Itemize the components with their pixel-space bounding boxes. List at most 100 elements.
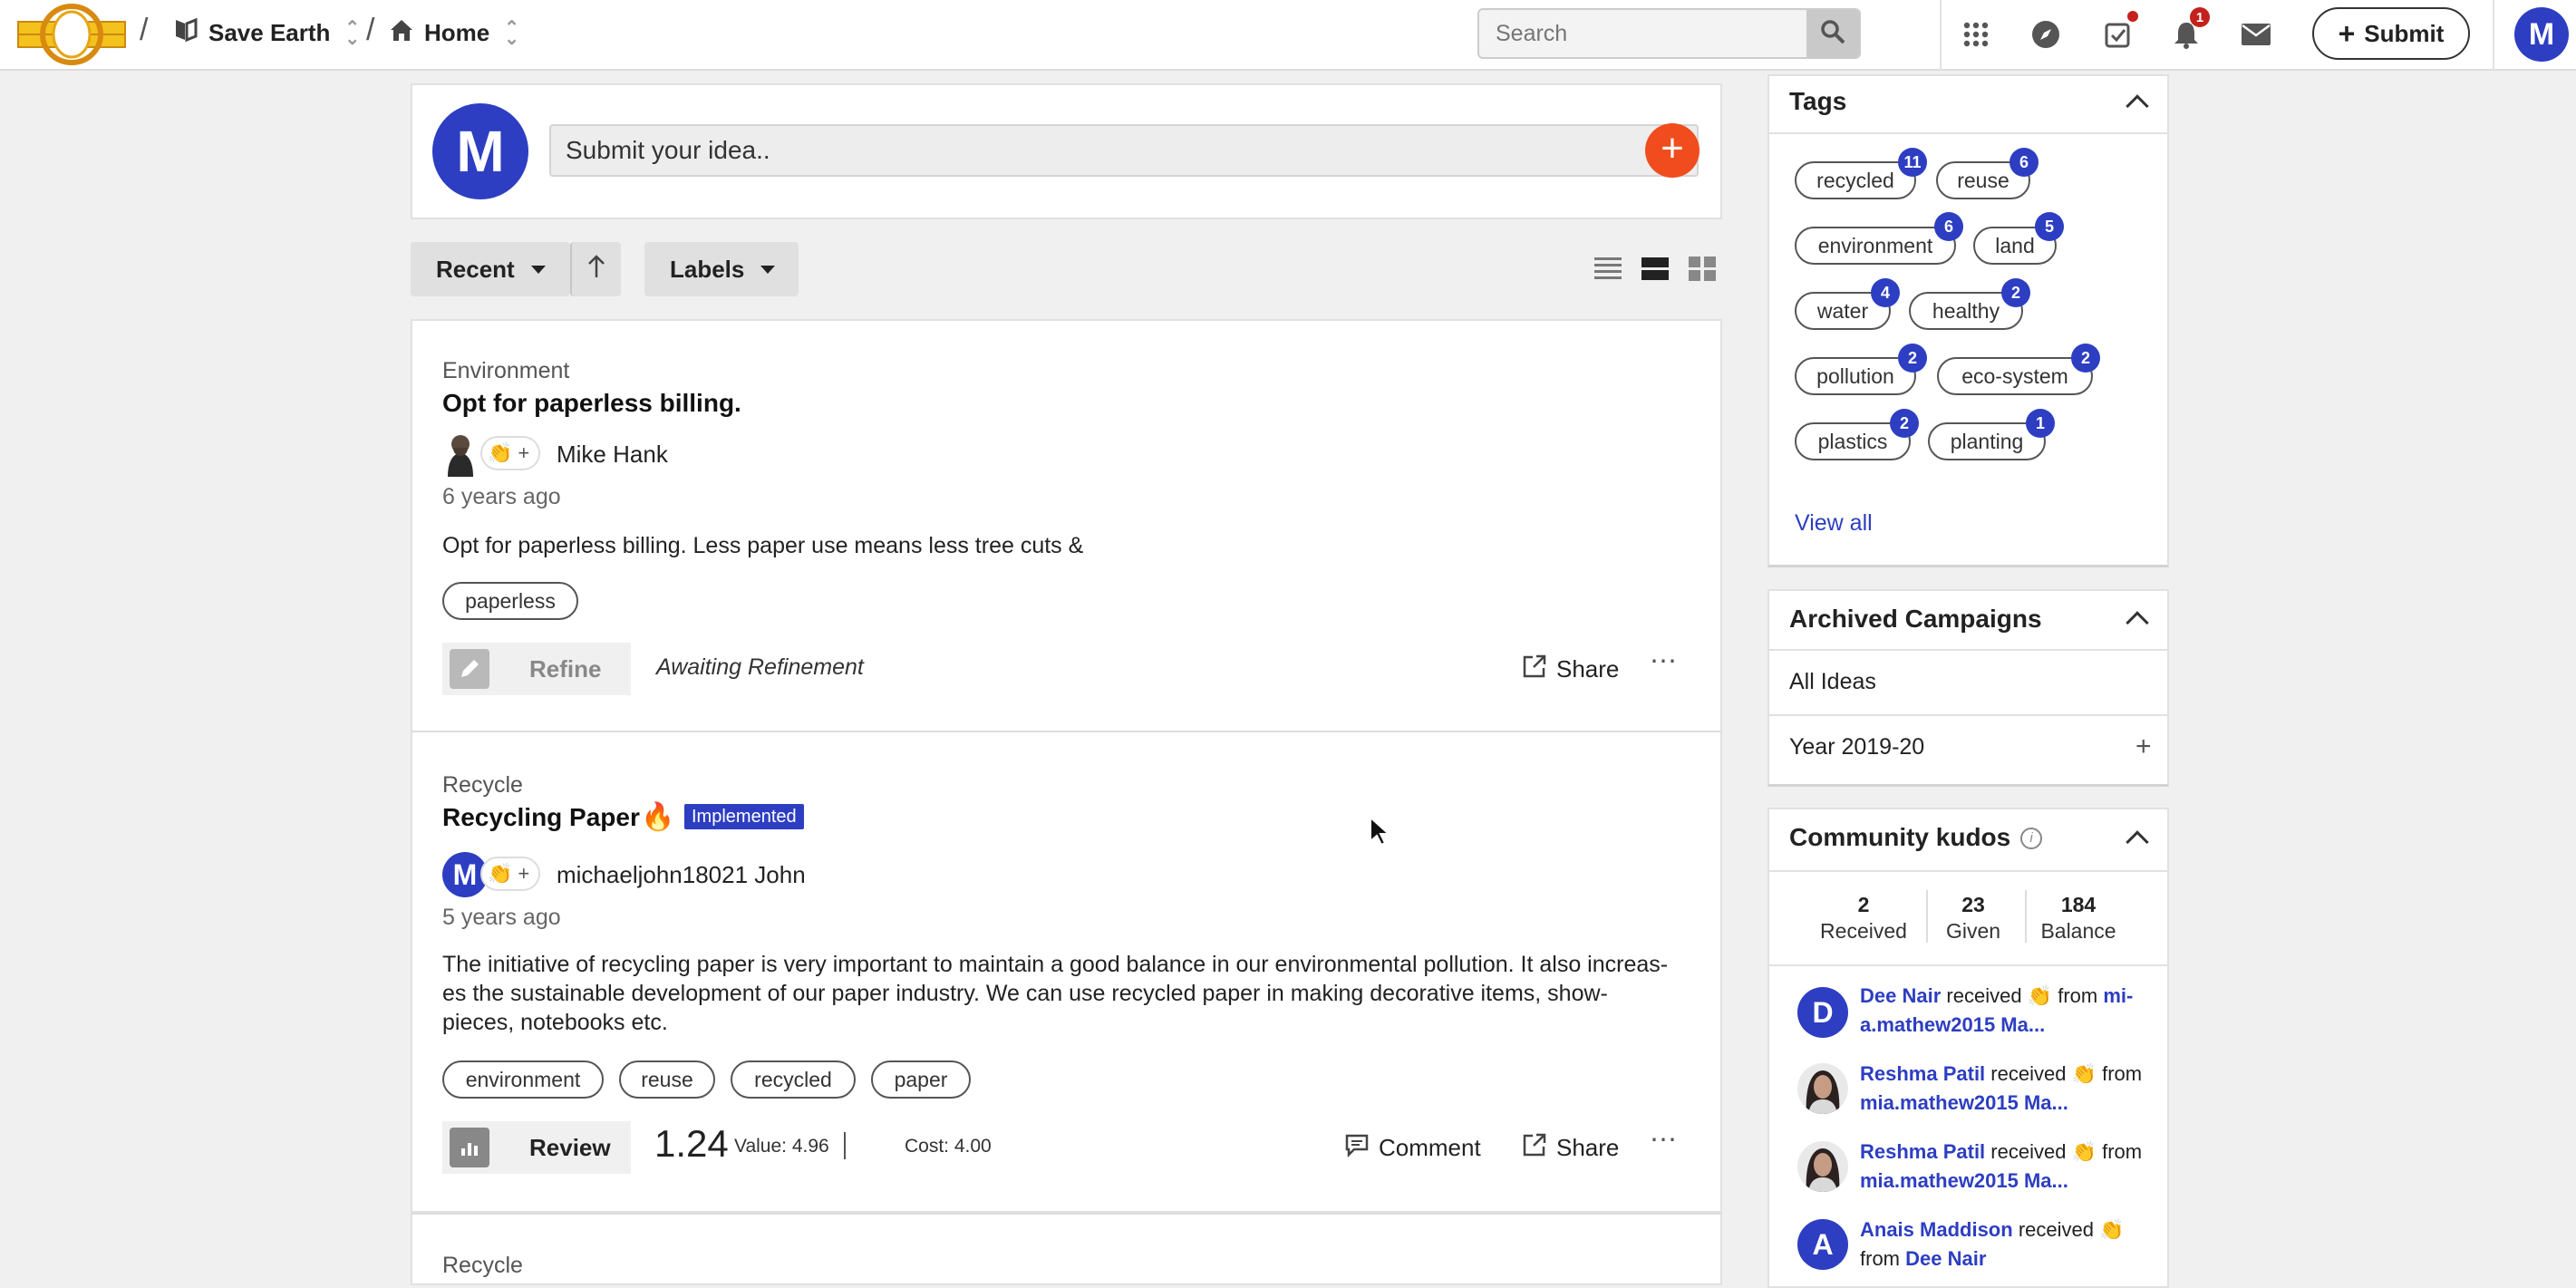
bell-icon[interactable]: 1 xyxy=(2166,7,2210,54)
kudos-given-count: 23 xyxy=(1961,893,1985,916)
clap-icon: 👏 xyxy=(2071,1062,2097,1085)
view-all-tags-link[interactable]: View all xyxy=(1795,510,1873,537)
idea-score: 1.24 xyxy=(654,1122,729,1165)
idea-title[interactable]: Recycling Paper xyxy=(442,803,640,832)
sort-dropdown[interactable]: Recent xyxy=(411,242,570,296)
idea-card[interactable] xyxy=(411,1213,1722,1285)
idea-status: Awaiting Refinement xyxy=(656,654,864,680)
idea-input[interactable]: Submit your idea.. xyxy=(549,124,1699,177)
review-button[interactable]: Review xyxy=(442,1121,631,1174)
tag-chip[interactable]: pollution xyxy=(1795,357,1916,395)
feed-from: from xyxy=(2058,984,2098,1007)
campaign-item[interactable]: All Ideas xyxy=(1789,669,1876,695)
tag-chip[interactable]: environment xyxy=(1795,227,1956,265)
tag-count: 6 xyxy=(1934,212,1963,241)
campaign-item[interactable]: Year 2019-20 xyxy=(1789,734,1924,760)
feed-source[interactable]: mia.mathew2015 Ma... xyxy=(1860,1169,2068,1192)
tag-chip[interactable]: eco-system xyxy=(1937,357,2093,395)
idea-tag[interactable]: environment xyxy=(442,1060,604,1099)
feed-avatar[interactable] xyxy=(1797,1063,1848,1114)
breadcrumb-separator: / xyxy=(140,13,149,47)
feed-user[interactable]: Reshma Patil xyxy=(1860,1062,1985,1085)
feed-source[interactable]: Dee Nair xyxy=(1905,1247,1986,1270)
submit-idea-button[interactable]: + Submit xyxy=(2312,7,2470,60)
feed-avatar[interactable]: A xyxy=(1797,1219,1848,1270)
info-icon[interactable]: i xyxy=(2020,828,2042,849)
feed-avatar[interactable]: D xyxy=(1797,987,1848,1038)
plus-icon: + xyxy=(2338,17,2356,50)
share-button[interactable]: Share xyxy=(1522,654,1619,685)
feed-verb: received xyxy=(1990,1062,2067,1085)
search-button[interactable] xyxy=(1806,10,1859,57)
feed-source[interactable]: a.mathew2015 Ma... xyxy=(1860,1013,2045,1036)
clap-icon: 👏 xyxy=(2099,1218,2125,1241)
feed-source[interactable]: mia.mathew2015 Ma... xyxy=(1860,1091,2068,1114)
divider xyxy=(2493,0,2494,71)
kudos-balance-count: 184 xyxy=(2060,893,2097,916)
idea-author[interactable]: Mike Hank xyxy=(557,441,668,469)
comment-icon xyxy=(1344,1132,1370,1164)
tag-count: 2 xyxy=(1898,344,1927,373)
sort-direction-button[interactable] xyxy=(570,242,621,296)
breadcrumb-page[interactable]: Home ⌃ ⌄ xyxy=(388,16,519,50)
kudos-panel-title: Community kudos xyxy=(1789,823,2011,851)
mail-icon[interactable] xyxy=(2236,15,2276,54)
refine-button[interactable]: Refine xyxy=(442,643,631,695)
idea-tag[interactable]: paperless xyxy=(442,582,578,620)
user-avatar[interactable]: M xyxy=(2514,7,2569,62)
submit-label: Submit xyxy=(2364,19,2445,47)
compass-icon[interactable] xyxy=(2026,15,2066,54)
feed-user[interactable]: Anais Maddison xyxy=(1860,1218,2013,1241)
idea-tag[interactable]: paper xyxy=(871,1060,971,1099)
tasks-icon[interactable] xyxy=(2098,11,2138,54)
idea-tag[interactable]: recycled xyxy=(731,1060,856,1099)
clap-icon: 👏 xyxy=(2027,984,2053,1007)
page-switch-icon: ⌃ ⌄ xyxy=(504,17,520,49)
more-options-icon[interactable]: ⋯ xyxy=(1650,1124,1679,1156)
idea-tag[interactable]: reuse xyxy=(619,1060,715,1099)
kudos-feed-item: Reshma Patil received 👏 from mia.mathew2… xyxy=(1860,1060,2150,1118)
idea-description-line: es the sustainable development of our pa… xyxy=(442,981,1608,1006)
more-options-icon[interactable]: ⋯ xyxy=(1650,645,1679,677)
archived-panel-title: Archived Campaigns xyxy=(1789,605,2042,633)
app-logo[interactable] xyxy=(16,4,127,65)
divider xyxy=(1767,870,2169,872)
tags-panel-title: Tags xyxy=(1789,87,1847,115)
feed-from: from xyxy=(1860,1247,1900,1270)
feed-avatar[interactable] xyxy=(1797,1141,1848,1192)
expand-plus-icon[interactable]: + xyxy=(2135,733,2152,760)
share-label: Share xyxy=(1556,1134,1620,1161)
feed-verb: received xyxy=(2018,1218,2094,1241)
apps-grid-icon[interactable] xyxy=(1956,15,1996,54)
list-view-icon[interactable] xyxy=(1594,256,1622,281)
add-idea-button[interactable]: + xyxy=(1645,123,1700,178)
plus-icon: + xyxy=(518,441,530,464)
grid-view-icon[interactable] xyxy=(1689,256,1716,281)
feed-source[interactable]: mi- xyxy=(2103,984,2133,1007)
comment-button[interactable]: Comment xyxy=(1344,1132,1481,1164)
divider xyxy=(844,1132,846,1159)
search-box xyxy=(1477,8,1861,59)
idea-title[interactable]: Opt for paperless billing. xyxy=(442,389,741,418)
chart-icon xyxy=(450,1128,489,1167)
tag-count: 5 xyxy=(2035,212,2064,241)
feed-from: from xyxy=(2102,1062,2143,1085)
tag-chip[interactable]: recycled xyxy=(1795,161,1916,199)
idea-author[interactable]: michaeljohn18021 John xyxy=(557,861,806,889)
feed-user[interactable]: Dee Nair xyxy=(1860,984,1941,1007)
labels-dropdown[interactable]: Labels xyxy=(644,242,799,296)
breadcrumb-workspace[interactable]: Save Earth ⌃ ⌄ xyxy=(172,16,360,50)
clap-icon: 👏 xyxy=(488,441,513,464)
clap-reaction-button[interactable]: 👏 + xyxy=(480,857,540,891)
trending-fire-icon: 🔥 xyxy=(641,802,675,832)
tag-count: 11 xyxy=(1898,148,1927,177)
card-view-icon[interactable] xyxy=(1641,256,1669,281)
share-label: Share xyxy=(1556,655,1620,683)
pencil-icon xyxy=(450,649,489,689)
clap-reaction-button[interactable]: 👏 + xyxy=(480,436,540,470)
search-input[interactable] xyxy=(1479,10,1796,57)
share-button[interactable]: Share xyxy=(1522,1132,1619,1164)
kudos-received-label: Received xyxy=(1820,919,1907,943)
share-icon xyxy=(1522,1132,1547,1164)
feed-user[interactable]: Reshma Patil xyxy=(1860,1140,1985,1163)
